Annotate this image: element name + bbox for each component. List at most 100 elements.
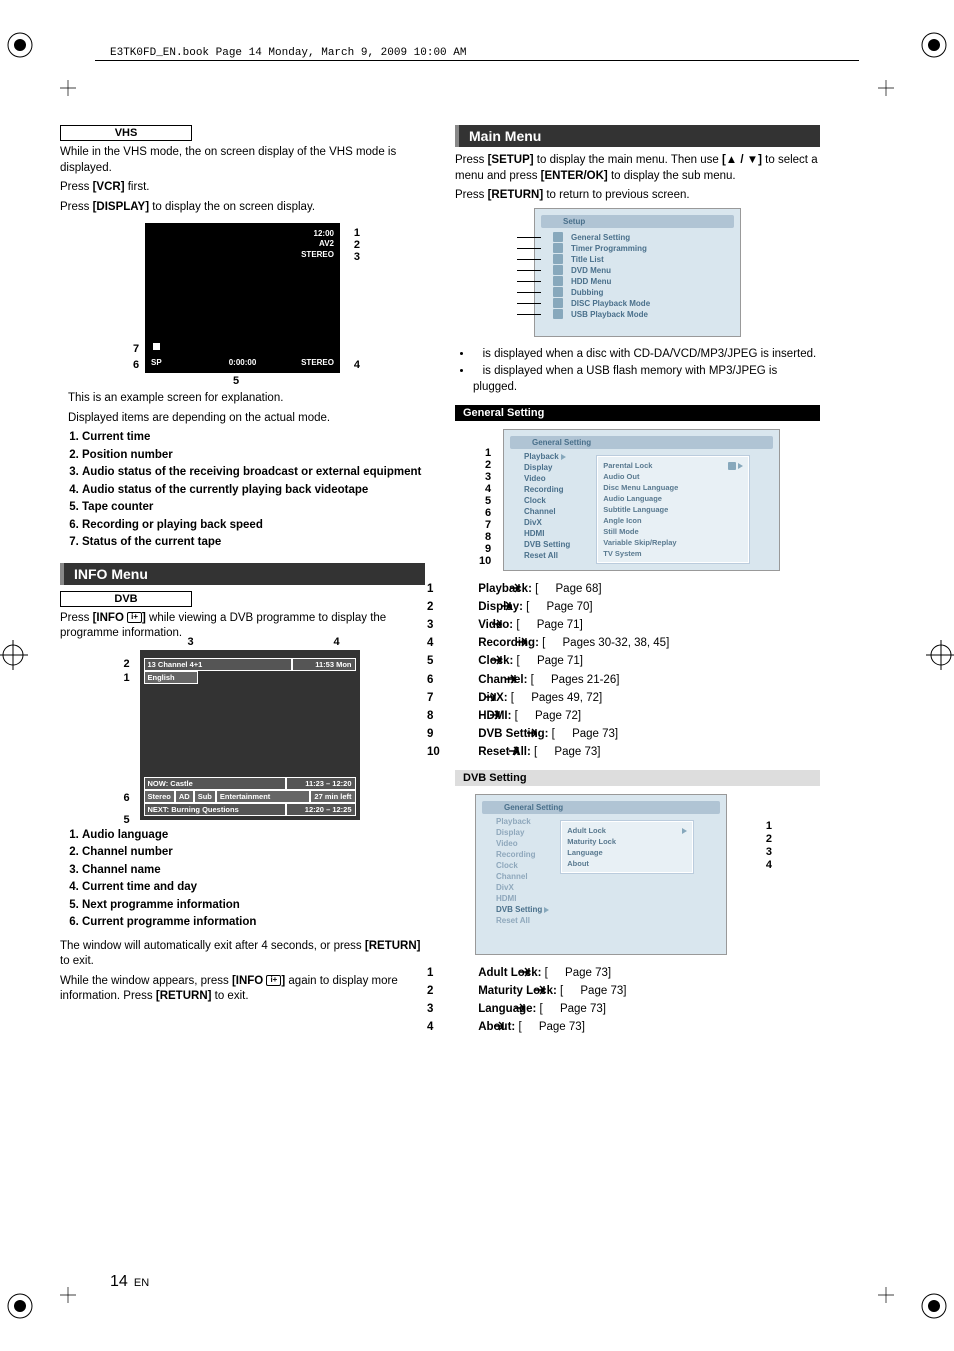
menu-item-icon — [553, 254, 563, 264]
page-arrow-icon — [563, 984, 577, 994]
list-item: Audio language — [82, 828, 425, 844]
right-column: Main Menu Press [SETUP] to display the m… — [455, 125, 820, 1043]
list-item: 10 Reset All: [ Page 73] — [455, 744, 820, 760]
regmark-icon — [5, 30, 35, 60]
page-arrow-icon — [529, 600, 543, 610]
page-arrow-icon — [545, 636, 559, 646]
crop-corner-icon — [60, 80, 76, 99]
vhs-tag: VHS — [60, 125, 192, 141]
menu-item-icon — [553, 276, 563, 286]
running-header: E3TK0FD_EN.book Page 14 Monday, March 9,… — [110, 47, 466, 59]
list-item: 6 Channel: [ Pages 21-26] — [455, 672, 820, 688]
list-item: 2 Display: [ Page 70] — [455, 599, 820, 615]
page-arrow-icon — [538, 582, 552, 592]
info-more: While the window appears, press [INFO i+… — [60, 974, 425, 1005]
page-arrow-icon — [534, 673, 548, 683]
page-arrow-icon — [514, 691, 528, 701]
menu-item-icon — [553, 298, 563, 308]
crop-corner-icon — [878, 80, 894, 99]
gs-reference-list: 1 Playback: [ Page 68] 2 Display: [ Page… — [455, 581, 820, 760]
info-legend-list: Audio language Channel number Channel na… — [60, 828, 425, 931]
vhs-caption2: Displayed items are depending on the act… — [68, 411, 425, 427]
page-arrow-icon — [520, 654, 534, 664]
general-setting-diagram: General Setting Playback Display Video R… — [503, 429, 780, 571]
list-item: Current time and day — [82, 880, 425, 896]
dvb-reference-list: 1 Adult Lock: [ Page 73] 2 Maturity Lock… — [455, 965, 820, 1035]
triangle-right-icon — [561, 454, 566, 460]
menu-item-icon — [553, 287, 563, 297]
list-item: 7 DivX: [ Pages 49, 72] — [455, 690, 820, 706]
menu-item-icon — [553, 309, 563, 319]
menu-item-icon — [553, 265, 563, 275]
info-exit: The window will automatically exit after… — [60, 939, 425, 970]
info-icon: i+ — [266, 975, 281, 986]
main-menu-heading: Main Menu — [455, 125, 820, 147]
vhs-caption1: This is an example screen for explanatio… — [68, 391, 425, 407]
general-setting-bar: General Setting — [455, 405, 820, 421]
page-arrow-icon — [520, 618, 534, 628]
info-menu-heading: INFO Menu — [60, 563, 425, 585]
page-arrow-icon — [543, 1002, 557, 1012]
list-item: ​ is displayed when a disc with CD-DA/VC… — [473, 347, 820, 363]
list-item: Status of the current tape — [82, 535, 425, 551]
vhs-legend-list: Current time Position number Audio statu… — [60, 430, 425, 551]
list-item: 1 Playback: [ Page 68] — [455, 581, 820, 597]
regmark-target-icon — [926, 640, 954, 670]
dvb-setting-diagram: General Setting Playback Display Video R… — [475, 794, 727, 955]
page-arrow-icon — [518, 709, 532, 719]
page-arrow-icon — [548, 966, 562, 976]
list-item: 3 Video: [ Page 71] — [455, 617, 820, 633]
vhs-intro: While in the VHS mode, the on screen dis… — [60, 145, 425, 176]
main-notes: ​ is displayed when a disc with CD-DA/VC… — [455, 347, 820, 396]
list-item: 8 HDMI: [ Page 72] — [455, 708, 820, 724]
list-item: Current programme information — [82, 915, 425, 931]
dvb-tag: DVB — [60, 591, 192, 607]
main-intro: Press [SETUP] to display the main menu. … — [455, 153, 820, 184]
vhs-press-display: Press [DISPLAY] to display the on screen… — [60, 200, 425, 216]
triangle-right-icon — [738, 463, 743, 469]
setup-menu-diagram: Setup General Setting Timer Programming … — [534, 208, 741, 337]
crop-corner-icon — [60, 1287, 76, 1306]
list-item: 3 Language: [ Page 73] — [455, 1001, 820, 1017]
info-icon: i+ — [127, 612, 142, 623]
list-item: ​ is displayed when a USB flash memory w… — [473, 364, 820, 395]
regmark-icon — [919, 30, 949, 60]
list-item: 4 Recording: [ Pages 30-32, 38, 45] — [455, 635, 820, 651]
page-number: 14 EN — [110, 1273, 149, 1291]
list-item: Tape counter — [82, 500, 425, 516]
list-item: Next programme information — [82, 898, 425, 914]
regmark-target-icon — [0, 640, 28, 670]
main-return: Press [RETURN] to return to previous scr… — [455, 188, 820, 204]
stop-icon — [151, 342, 160, 351]
vhs-osd-diagram: 12:00 AV2 STEREO SP 0:00:00 STEREO 1 2 3… — [125, 223, 360, 383]
list-item: Audio status of the currently playing ba… — [82, 483, 425, 499]
list-item: 5 Clock: [ Page 71] — [455, 653, 820, 669]
list-item: Position number — [82, 448, 425, 464]
triangle-right-icon — [544, 907, 549, 913]
list-item: 2 Maturity Lock: [ Page 73] — [455, 983, 820, 999]
menu-item-icon — [553, 243, 563, 253]
page-arrow-icon — [537, 745, 551, 755]
list-item: Current time — [82, 430, 425, 446]
page-arrow-icon — [522, 1020, 536, 1030]
list-item: Audio status of the receiving broadcast … — [82, 465, 425, 481]
vhs-press-vcr: Press [VCR] first. — [60, 180, 425, 196]
crop-corner-icon — [878, 1287, 894, 1306]
page-arrow-icon — [555, 727, 569, 737]
list-item: 9 DVB Setting: [ Page 73] — [455, 726, 820, 742]
regmark-icon — [5, 1291, 35, 1321]
list-item: Recording or playing back speed — [82, 518, 425, 534]
list-item: Channel number — [82, 845, 425, 861]
info-osd-diagram: 3 4 2 1 6 5 13 Channel 4+111:53 Mon Engl… — [114, 650, 372, 820]
triangle-right-icon — [682, 828, 687, 834]
info-intro: Press [INFO i+] while viewing a DVB prog… — [60, 611, 425, 642]
header-rule — [95, 60, 859, 61]
dvb-setting-bar: DVB Setting — [455, 770, 820, 786]
list-item: 4 About: [ Page 73] — [455, 1019, 820, 1035]
left-column: VHS While in the VHS mode, the on screen… — [60, 125, 425, 1043]
regmark-icon — [919, 1291, 949, 1321]
list-item: 1 Adult Lock: [ Page 73] — [455, 965, 820, 981]
lock-icon — [728, 462, 736, 470]
list-item: Channel name — [82, 863, 425, 879]
menu-item-icon — [553, 232, 563, 242]
